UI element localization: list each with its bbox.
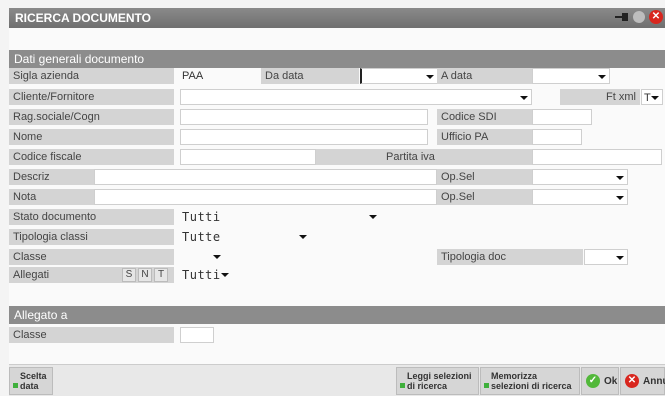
da-data-field[interactable]: [360, 68, 438, 84]
allegati-select[interactable]: Tutti: [180, 267, 232, 283]
label-codice-fiscale: Codice fiscale: [9, 149, 174, 165]
ok-button[interactable]: ✓ Ok: [581, 367, 619, 395]
op-sel-1-select[interactable]: [532, 169, 628, 185]
section-allegato: Allegato a: [9, 306, 665, 324]
label-partita-iva: Partita iva: [316, 149, 533, 165]
label-sigla-azienda: Sigla azienda: [9, 68, 174, 84]
label-op-sel-2: Op.Sel: [437, 189, 533, 205]
form-panel: Dati generali documento Sigla azienda PA…: [9, 28, 665, 364]
partita-iva-field[interactable]: [532, 149, 662, 165]
window-title: RICERCA DOCUMENTO: [15, 11, 152, 25]
label-da-data: Da data: [261, 68, 359, 84]
label-a-data: A data: [437, 68, 533, 84]
label-tipologia-classi: Tipologia classi: [9, 229, 174, 245]
key-indicator-icon: [484, 383, 489, 388]
key-indicator-icon: [13, 383, 18, 388]
pin-icon[interactable]: [615, 11, 629, 23]
allegati-flag-n[interactable]: N: [138, 268, 152, 282]
label-codice-sdi: Codice SDI: [437, 109, 533, 125]
section-general: Dati generali documento: [9, 50, 665, 68]
codice-fiscale-field[interactable]: [180, 149, 316, 165]
label-cliente-fornitore: Cliente/Fornitore: [9, 89, 174, 105]
check-icon: ✓: [586, 374, 600, 388]
close-icon[interactable]: ✕: [649, 10, 663, 24]
codice-sdi-field[interactable]: [532, 109, 592, 125]
allegato-classe-field[interactable]: [180, 327, 214, 343]
label-nota: Nota: [9, 189, 94, 205]
label-stato-documento: Stato documento: [9, 209, 174, 225]
descriz-field[interactable]: [94, 169, 437, 185]
label-rag-sociale: Rag.sociale/Cogn: [9, 109, 174, 125]
allegati-flag-s[interactable]: S: [122, 268, 136, 282]
op-sel-2-select[interactable]: [532, 189, 628, 205]
ufficio-pa-field[interactable]: [532, 129, 582, 145]
label-classe: Classe: [9, 249, 174, 265]
key-indicator-icon: [400, 383, 405, 388]
search-document-window: RICERCA DOCUMENTO ✕ Dati generali docume…: [0, 0, 665, 396]
function-key-bar: Scelta data Leggi selezioni di ricerca M…: [9, 364, 665, 396]
cliente-fornitore-field[interactable]: [180, 89, 532, 105]
label-allegato-classe: Classe: [9, 327, 174, 343]
minimize-icon[interactable]: [633, 11, 645, 23]
annulla-button[interactable]: ✕ Annul: [620, 367, 665, 395]
label-descriz: Descriz: [9, 169, 94, 185]
tipologia-classi-select[interactable]: Tutte: [180, 229, 310, 245]
ft-xml-select[interactable]: T: [641, 89, 663, 105]
title-bar: RICERCA DOCUMENTO ✕: [9, 8, 665, 28]
leggi-selezioni-button[interactable]: Leggi selezioni di ricerca: [396, 367, 479, 395]
sigla-azienda-field[interactable]: PAA: [180, 68, 260, 84]
tipologia-doc-select[interactable]: [584, 249, 628, 265]
nome-field[interactable]: [180, 129, 428, 145]
stato-documento-select[interactable]: Tutti: [180, 209, 380, 225]
scelta-data-button[interactable]: Scelta data: [9, 367, 53, 395]
cancel-icon: ✕: [625, 374, 639, 388]
rag-sociale-field[interactable]: [180, 109, 428, 125]
label-ufficio-pa: Ufficio PA: [437, 129, 533, 145]
memorizza-selezioni-button[interactable]: Memorizza selezioni di ricerca: [480, 367, 580, 395]
nota-field[interactable]: [94, 189, 437, 205]
label-nome: Nome: [9, 129, 174, 145]
a-data-field[interactable]: [532, 68, 610, 84]
label-ft-xml: Ft xml: [560, 89, 640, 105]
label-op-sel-1: Op.Sel: [437, 169, 533, 185]
label-tipologia-doc: Tipologia doc: [437, 249, 583, 265]
classe-select[interactable]: [180, 249, 224, 265]
allegati-flag-t[interactable]: T: [154, 268, 168, 282]
